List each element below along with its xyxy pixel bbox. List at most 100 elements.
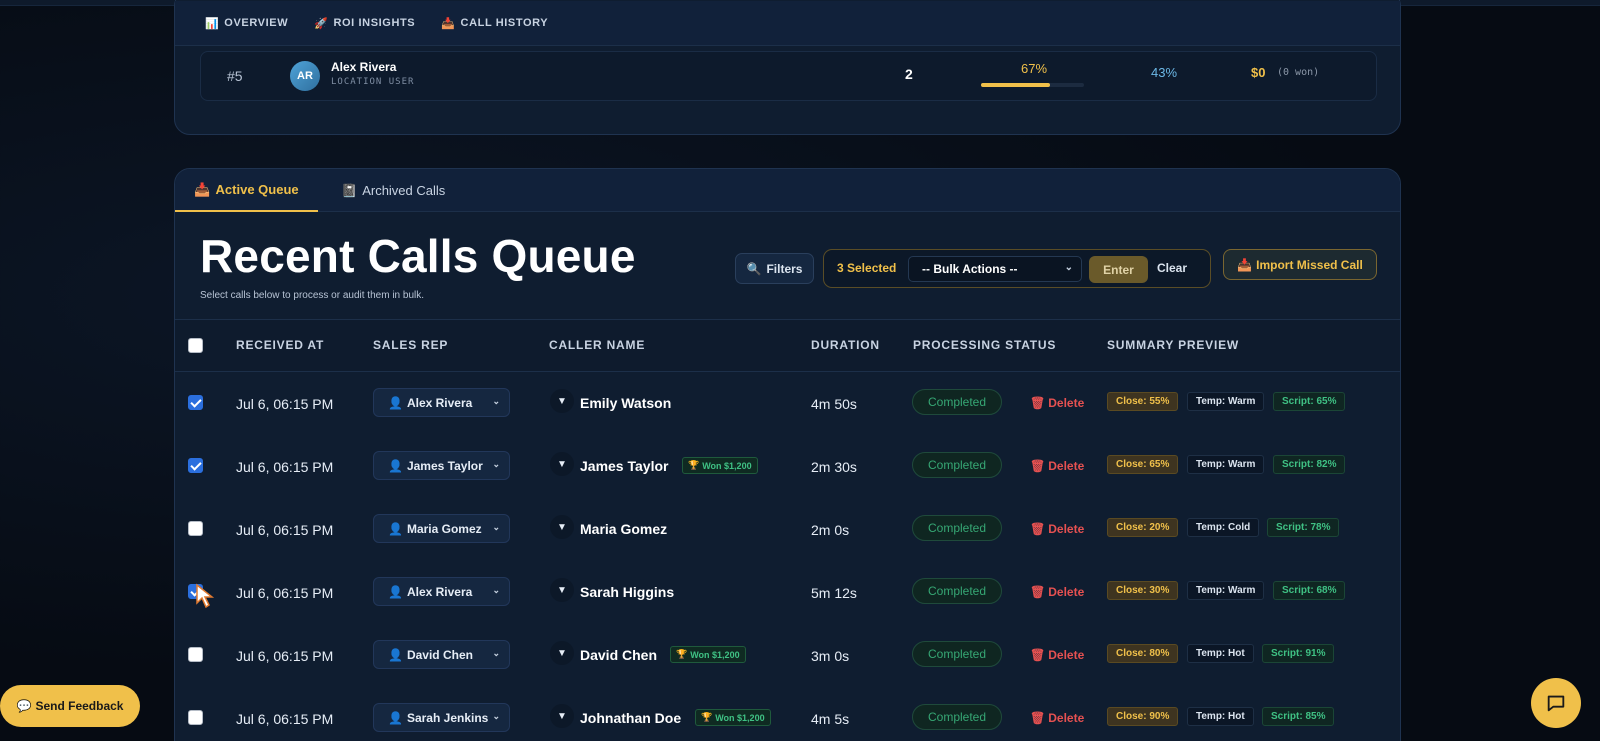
user-icon: 👤 (388, 710, 403, 725)
sales-rep-select[interactable]: 👤 Sarah Jenkins ⌄ (373, 703, 510, 732)
sales-rep-value: David Chen (406, 647, 473, 662)
delete-label: Delete (1048, 711, 1085, 725)
trash-icon: 🗑 (1030, 711, 1046, 725)
chat-icon (1547, 695, 1565, 712)
caller-name: Sarah Higgins (580, 584, 675, 600)
sales-rep-select[interactable]: 👤 Alex Rivera ⌄ (373, 388, 510, 417)
row-checkbox[interactable] (188, 647, 203, 662)
queue-tab-bar: 📥 Active Queue 📓 Archived Calls (175, 169, 1400, 212)
trophy-icon: 🏆 (701, 712, 713, 722)
script-score-pill: Script: 78% (1267, 518, 1340, 537)
page-title: Recent Calls Queue (200, 230, 636, 282)
expand-caret-icon[interactable]: ▼ (550, 515, 574, 539)
avatar: AR (290, 61, 320, 91)
won-badge: 🏆 Won $1,200 (670, 646, 746, 663)
tab-archived-calls[interactable]: 📓 Archived Calls (341, 169, 445, 212)
sales-rep-value: James Taylor (406, 458, 483, 473)
script-score-pill: Script: 85% (1262, 707, 1335, 726)
delete-button[interactable]: 🗑 Delete (1030, 648, 1084, 662)
expand-caret-icon[interactable]: ▼ (550, 389, 574, 413)
row-checkbox[interactable] (188, 710, 203, 725)
won-badge-label: Won $1,200 (702, 460, 752, 471)
send-feedback-button[interactable]: 💬 Send Feedback (0, 685, 140, 727)
tab-overview-label: OVERVIEW (224, 17, 289, 29)
top-tab-bar: 📊 OVERVIEW 🚀 ROI INSIGHTS 📥 CALL HISTORY (175, 1, 1400, 46)
row-checkbox[interactable] (188, 395, 203, 410)
chevron-down-icon: ⌄ (492, 585, 500, 595)
tab-call-history[interactable]: 📥 CALL HISTORY (441, 17, 548, 30)
revenue: $0 (1251, 65, 1266, 80)
tab-roi-insights[interactable]: 🚀 ROI INSIGHTS (314, 17, 415, 30)
chevron-down-icon: ⌄ (492, 522, 500, 532)
sales-rep-value: Alex Rivera (406, 584, 473, 599)
chevron-down-icon: ⌄ (492, 648, 500, 658)
won-badge: 🏆 Won $1,200 (695, 709, 771, 726)
delete-button[interactable]: 🗑 Delete (1030, 459, 1084, 473)
expand-caret-icon[interactable]: ▼ (550, 641, 574, 665)
delete-button[interactable]: 🗑 Delete (1030, 711, 1084, 725)
caller-name: Johnathan Doe (580, 710, 682, 726)
sales-rep-select[interactable]: 👤 Maria Gomez ⌄ (373, 514, 510, 543)
chevron-down-icon: ⌄ (492, 396, 500, 406)
expand-caret-icon[interactable]: ▼ (550, 704, 574, 728)
chevron-down-icon: ⌄ (492, 459, 500, 469)
clear-button[interactable]: Clear (1157, 261, 1187, 275)
bulk-actions-bar: 3 Selected -- Bulk Actions -- ⌄ Enter Cl… (823, 249, 1211, 288)
leaderboard-card: 📊 OVERVIEW 🚀 ROI INSIGHTS 📥 CALL HISTORY… (174, 0, 1401, 135)
caller-name: James Taylor (580, 458, 669, 474)
status-badge: Completed (912, 578, 1002, 604)
filters-button[interactable]: 🔍 Filters (735, 253, 814, 284)
speech-bubble-icon: 💬 (16, 699, 32, 713)
caller-name: Emily Watson (580, 395, 672, 411)
delete-button[interactable]: 🗑 Delete (1030, 522, 1084, 536)
script-score-pill: Script: 91% (1262, 644, 1335, 663)
duration: 2m 0s (811, 522, 850, 538)
sales-rep-select[interactable]: 👤 James Taylor ⌄ (373, 451, 510, 480)
received-at: Jul 6, 06:15 PM (236, 459, 334, 475)
mouse-cursor-icon (196, 583, 215, 609)
table-header: RECEIVED AT SALES REP CALLER NAME DURATI… (175, 319, 1400, 372)
sales-rep-select[interactable]: 👤 David Chen ⌄ (373, 640, 510, 669)
page-subtitle: Select calls below to process or audit t… (200, 290, 424, 301)
row-checkbox[interactable] (188, 521, 203, 536)
delete-button[interactable]: 🗑 Delete (1030, 396, 1084, 410)
col-received-at: RECEIVED AT (236, 338, 325, 352)
caller-name: Maria Gomez (580, 521, 668, 537)
tab-active-queue[interactable]: 📥 Active Queue (175, 169, 318, 212)
delete-button[interactable]: 🗑 Delete (1030, 585, 1084, 599)
duration: 4m 5s (811, 711, 850, 727)
received-at: Jul 6, 06:15 PM (236, 648, 334, 664)
bulk-actions-select[interactable]: -- Bulk Actions -- ⌄ (908, 256, 1082, 282)
user-icon: 👤 (388, 521, 403, 536)
inbox-icon: 📥 (1237, 257, 1253, 272)
tab-overview[interactable]: 📊 OVERVIEW (205, 17, 288, 30)
notebook-icon: 📓 (341, 182, 358, 198)
close-score-pill: Close: 20% (1107, 518, 1179, 537)
received-at: Jul 6, 06:15 PM (236, 522, 334, 538)
rank: #5 (227, 68, 243, 84)
chat-button[interactable] (1531, 678, 1581, 728)
table-row: Jul 6, 06:15 PM 👤 Sarah Jenkins ⌄ ▼ John… (175, 688, 1400, 741)
duration: 2m 30s (811, 459, 857, 475)
row-checkbox[interactable] (188, 458, 203, 473)
delete-label: Delete (1048, 396, 1085, 410)
won-count: (0 won) (1277, 67, 1320, 78)
chevron-down-icon: ⌄ (492, 711, 500, 721)
table-row: Jul 6, 06:15 PM 👤 Alex Rivera ⌄ ▼ Emily … (175, 373, 1400, 436)
send-feedback-label: Send Feedback (35, 699, 124, 713)
temperature-pill: Temp: Hot (1187, 644, 1254, 663)
expand-caret-icon[interactable]: ▼ (550, 578, 574, 602)
tab-call-history-label: CALL HISTORY (460, 17, 549, 29)
temperature-pill: Temp: Warm (1187, 455, 1265, 474)
select-all-checkbox[interactable] (188, 338, 203, 353)
script-score-pill: Script: 68% (1273, 581, 1346, 600)
status-badge: Completed (912, 704, 1002, 730)
received-at: Jul 6, 06:15 PM (236, 585, 334, 601)
delete-label: Delete (1048, 585, 1085, 599)
expand-caret-icon[interactable]: ▼ (550, 452, 574, 476)
temperature-pill: Temp: Cold (1187, 518, 1260, 537)
enter-button[interactable]: Enter (1089, 256, 1148, 283)
import-missed-call-button[interactable]: 📥 Import Missed Call (1223, 249, 1377, 280)
sales-rep-select[interactable]: 👤 Alex Rivera ⌄ (373, 577, 510, 606)
close-score-pill: Close: 55% (1107, 392, 1179, 411)
